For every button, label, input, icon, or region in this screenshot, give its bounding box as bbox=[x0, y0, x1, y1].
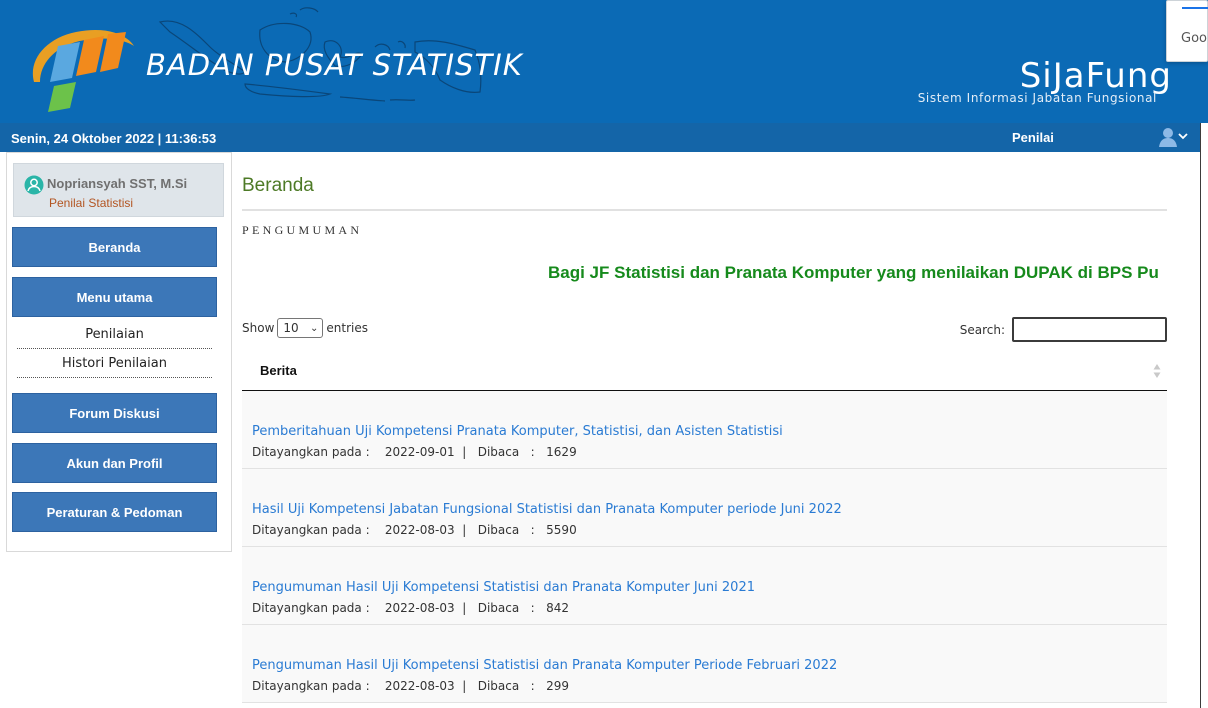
table-row: Pengumuman Hasil Uji Kompetensi Statisti… bbox=[242, 625, 1167, 703]
news-link[interactable]: Pemberitahuan Uji Kompetensi Pranata Kom… bbox=[252, 424, 783, 439]
column-header-berita[interactable]: Berita bbox=[260, 363, 297, 378]
app-name: SiJaFung bbox=[1019, 56, 1172, 96]
page-title: Beranda bbox=[242, 175, 314, 196]
entries-length-control: Show 10 ⌄ entries bbox=[242, 318, 368, 338]
table-row: Pemberitahuan Uji Kompetensi Pranata Kom… bbox=[242, 391, 1167, 469]
nav-beranda-button[interactable]: Beranda bbox=[12, 227, 217, 267]
chevron-down-icon bbox=[1178, 133, 1188, 140]
announcement-marquee: Bagi JF Statistisi dan Pranata Komputer … bbox=[548, 263, 1159, 282]
news-meta: Ditayangkan pada : 2022-08-03 | Dibaca :… bbox=[252, 679, 570, 693]
show-label: Show bbox=[242, 321, 275, 335]
table-row: Hasil Uji Kompetensi Jabatan Fungsional … bbox=[242, 469, 1167, 547]
main-content: Beranda PENGUMUMAN Bagi JF Statistisi da… bbox=[242, 152, 1167, 708]
table-header: Berita bbox=[242, 352, 1167, 391]
user-menu-button[interactable] bbox=[1158, 126, 1190, 148]
org-name: BADAN PUSAT STATISTIK bbox=[146, 48, 523, 82]
sort-icon[interactable] bbox=[1153, 363, 1161, 379]
nav-akun-profil-button[interactable]: Akun dan Profil bbox=[12, 443, 217, 483]
sidebar: Nopriansyah SST, M.Si Penilai Statistisi… bbox=[6, 152, 232, 552]
entries-select-value: 10 bbox=[283, 321, 299, 335]
popup-text: Goo bbox=[1181, 31, 1207, 46]
title-divider bbox=[242, 209, 1167, 211]
avatar-icon bbox=[24, 175, 44, 195]
news-meta: Ditayangkan pada : 2022-09-01 | Dibaca :… bbox=[252, 445, 577, 459]
user-icon bbox=[1159, 128, 1188, 147]
nav-peraturan-pedoman-button[interactable]: Peraturan & Pedoman bbox=[12, 492, 217, 532]
google-translate-popup[interactable]: Goo bbox=[1166, 0, 1208, 62]
current-datetime: Senin, 24 Oktober 2022 | 11:36:53 bbox=[11, 131, 217, 146]
status-bar: Senin, 24 Oktober 2022 | 11:36:53 Penila… bbox=[0, 123, 1200, 152]
popup-accent-line bbox=[1182, 7, 1208, 9]
page-right-edge bbox=[1200, 123, 1208, 708]
current-role: Penilai bbox=[1012, 130, 1054, 145]
news-table-body: Pemberitahuan Uji Kompetensi Pranata Kom… bbox=[242, 391, 1167, 703]
table-row: Pengumuman Hasil Uji Kompetensi Statisti… bbox=[242, 547, 1167, 625]
news-meta: Ditayangkan pada : 2022-08-03 | Dibaca :… bbox=[252, 523, 577, 537]
chevron-down-icon: ⌄ bbox=[310, 322, 319, 334]
announcement-label: PENGUMUMAN bbox=[242, 223, 363, 237]
news-meta: Ditayangkan pada : 2022-08-03 | Dibaca :… bbox=[252, 601, 570, 615]
news-link[interactable]: Hasil Uji Kompetensi Jabatan Fungsional … bbox=[252, 502, 842, 517]
table-search: Search: bbox=[960, 317, 1167, 342]
user-card: Nopriansyah SST, M.Si Penilai Statistisi bbox=[13, 163, 224, 217]
news-link[interactable]: Pengumuman Hasil Uji Kompetensi Statisti… bbox=[252, 580, 755, 595]
entries-select[interactable]: 10 ⌄ bbox=[277, 318, 324, 338]
nav-menu-utama-button[interactable]: Menu utama bbox=[12, 277, 217, 317]
submenu-histori-penilaian[interactable]: Histori Penilaian bbox=[17, 350, 212, 378]
submenu-penilaian[interactable]: Penilaian bbox=[17, 321, 212, 349]
entries-label: entries bbox=[326, 321, 368, 335]
bps-logo bbox=[32, 29, 135, 112]
user-name: Nopriansyah SST, M.Si bbox=[47, 176, 188, 191]
news-link[interactable]: Pengumuman Hasil Uji Kompetensi Statisti… bbox=[252, 658, 837, 673]
nav-forum-diskusi-button[interactable]: Forum Diskusi bbox=[12, 393, 217, 433]
page-header: BADAN PUSAT STATISTIK SiJaFung Sistem In… bbox=[0, 0, 1208, 123]
app-subtitle: Sistem Informasi Jabatan Fungsional bbox=[917, 91, 1157, 105]
search-label: Search: bbox=[959, 322, 1005, 337]
user-role: Penilai Statistisi bbox=[49, 196, 134, 210]
search-input[interactable] bbox=[1012, 317, 1167, 342]
